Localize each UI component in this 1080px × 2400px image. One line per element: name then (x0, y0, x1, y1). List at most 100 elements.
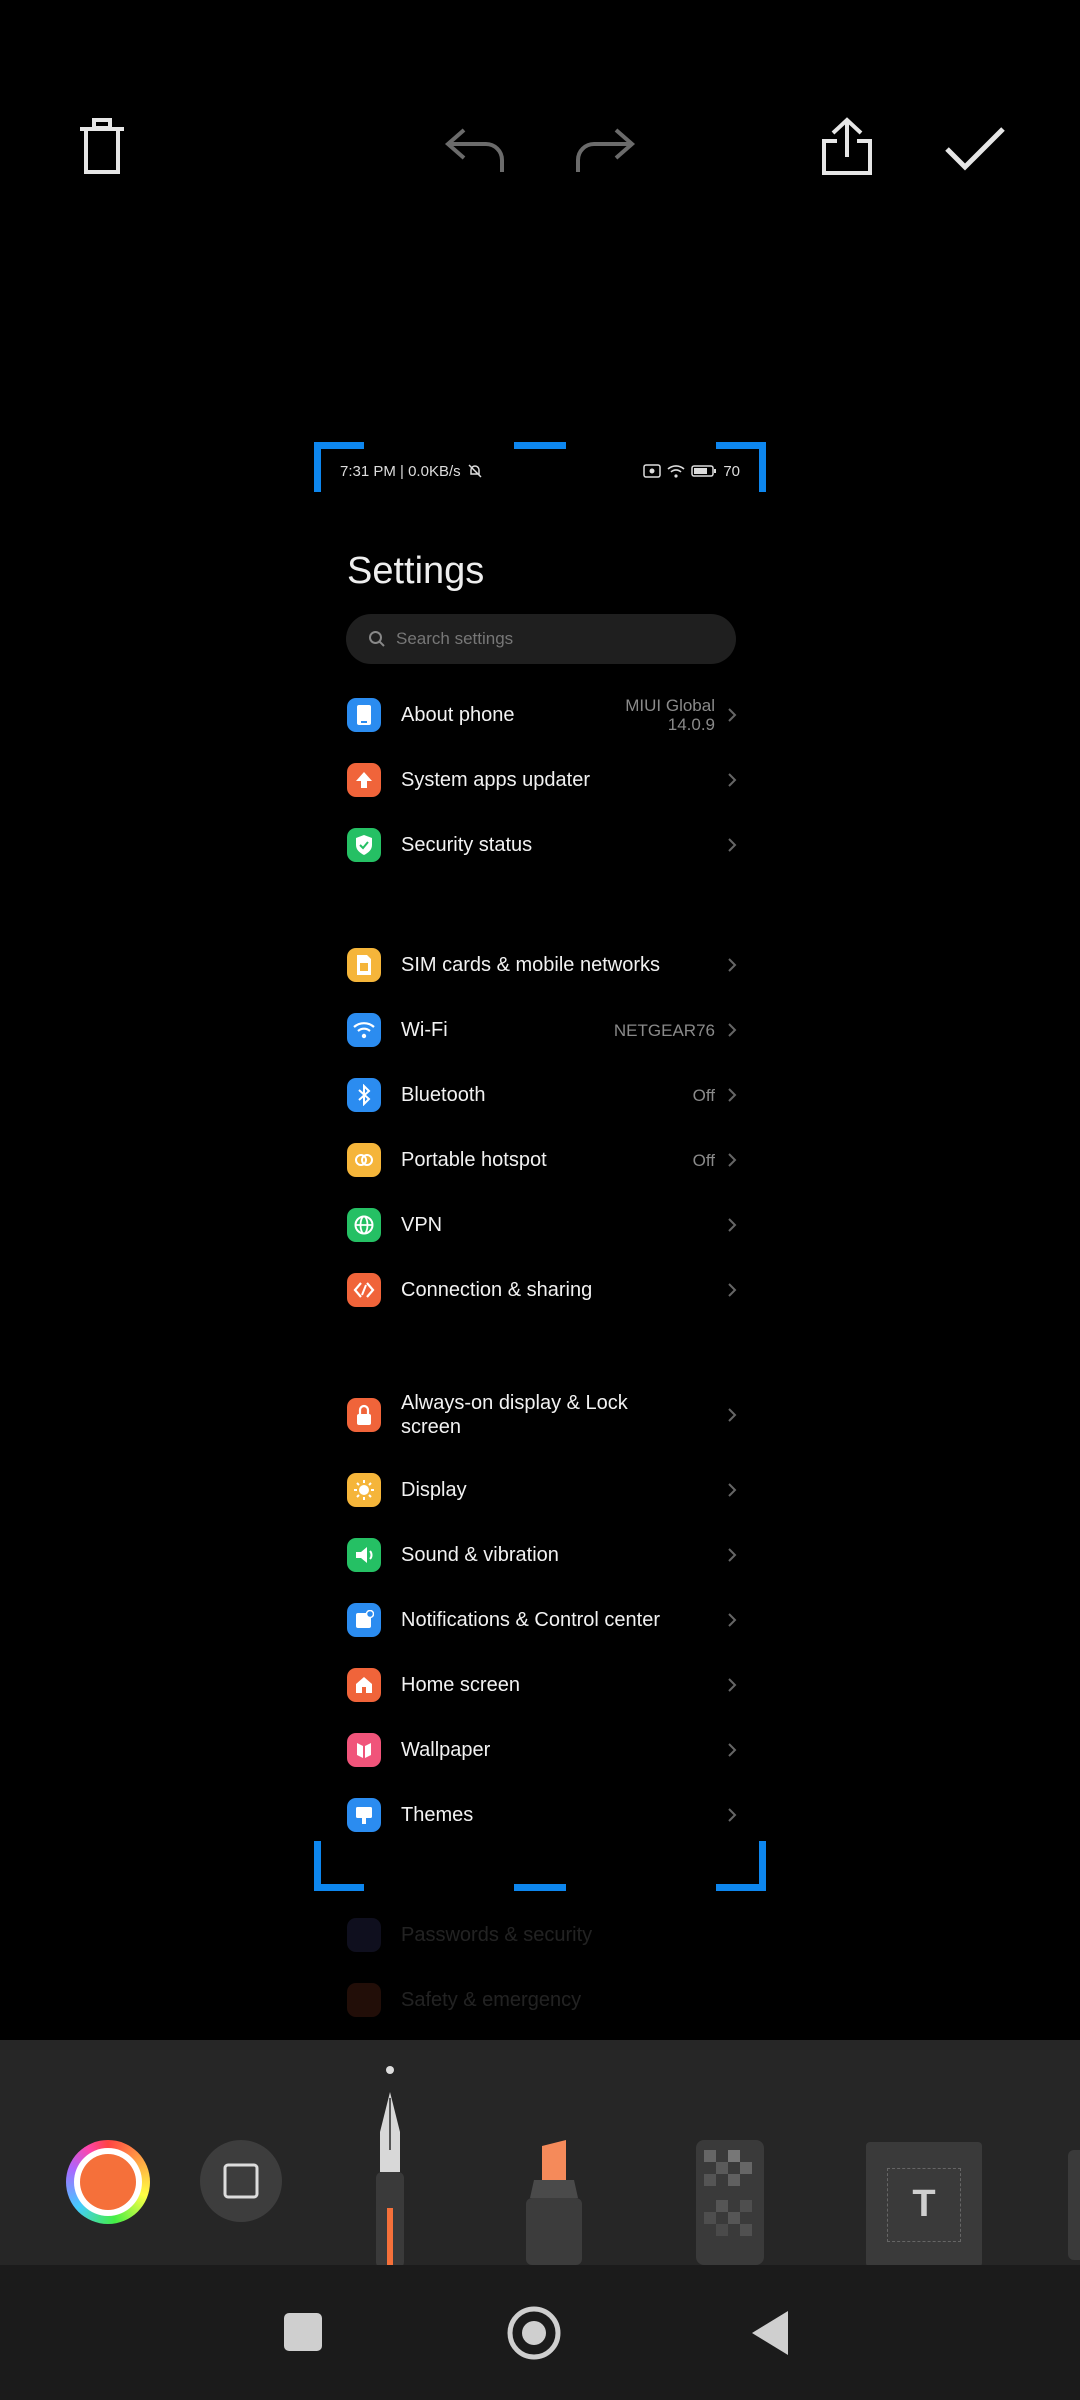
settings-item-label: Bluetooth (401, 1084, 486, 1106)
wallpaper-icon (347, 1733, 381, 1767)
redo-icon (576, 128, 636, 172)
settings-item-label: VPN (401, 1214, 443, 1236)
settings-item-value: NETGEAR76 (613, 1020, 715, 1040)
text-tool-frame: T (887, 2167, 961, 2242)
recents-button[interactable] (284, 2313, 324, 2353)
settings-item-label: System apps updater (401, 769, 590, 791)
settings-item-notifications[interactable]: Notifications & Control center (347, 1590, 737, 1650)
chevron-right-icon (728, 1218, 737, 1232)
color-wheel-icon (80, 2154, 136, 2210)
next-tool-partial[interactable] (1068, 2150, 1080, 2260)
settings-item-connection-sharing[interactable]: Connection & sharing (347, 1260, 737, 1320)
pen-icon (376, 2092, 404, 2268)
crop-handle-bottom-left[interactable] (314, 1884, 364, 1891)
confirm-button[interactable] (940, 118, 1010, 178)
crop-handle-bottom-center[interactable] (514, 1884, 566, 1891)
phone-icon (347, 698, 381, 732)
settings-item-home-screen[interactable]: Home screen (347, 1655, 737, 1715)
selected-tool-indicator (386, 2066, 394, 2074)
chevron-right-icon (728, 773, 737, 787)
text-tool[interactable]: T (866, 2142, 982, 2267)
settings-item-label: Home screen (401, 1674, 520, 1696)
settings-item-value: Off (692, 1085, 715, 1105)
settings-item-value: MIUI Global 14.0.9 (625, 696, 715, 734)
square-shape-icon (223, 2163, 259, 2199)
settings-item-label: Security status (401, 834, 533, 856)
settings-item-wifi[interactable]: Wi-Fi NETGEAR76 (347, 1000, 737, 1060)
crop-handle-top-right-vertical[interactable] (759, 442, 766, 492)
redo-button[interactable] (570, 120, 640, 180)
search-placeholder: Search settings (396, 629, 514, 648)
settings-item-label: SIM cards & mobile networks (401, 954, 660, 976)
settings-item-label: Wallpaper (401, 1739, 491, 1761)
crop-handle-bottom-left-vertical[interactable] (314, 1841, 321, 1891)
preview-status-bar: 7:31 PM | 0.0KB/s 70 (340, 456, 740, 486)
status-time-speed: 7:31 PM | 0.0KB/s (340, 462, 461, 480)
highlighter-tool[interactable] (512, 2140, 596, 2265)
settings-item-label: Passwords & security (401, 1924, 593, 1946)
screen-record-icon (643, 464, 662, 478)
settings-item-sim-cards[interactable]: SIM cards & mobile networks (347, 935, 737, 995)
settings-item-value: Off (692, 1150, 715, 1170)
sun-icon (347, 1473, 381, 1507)
settings-item-label: Connection & sharing (401, 1279, 593, 1301)
sim-icon (347, 948, 381, 982)
settings-item-about-phone[interactable]: About phone MIUI Global 14.0.9 (347, 685, 737, 745)
settings-item-passwords-security: Passwords & security (347, 1905, 737, 1965)
bluetooth-icon (347, 1078, 381, 1112)
back-button[interactable] (748, 2309, 792, 2357)
shape-tool-button[interactable] (200, 2140, 282, 2222)
checkmark-icon (945, 127, 1005, 171)
settings-item-label: Display (401, 1479, 467, 1501)
battery-icon (691, 465, 717, 477)
shield-check-icon (347, 828, 381, 862)
undo-button[interactable] (440, 120, 510, 180)
settings-item-vpn[interactable]: VPN (347, 1195, 737, 1255)
settings-item-always-on-display[interactable]: Always-on display & Lock screen (347, 1380, 737, 1450)
crop-handle-top-left[interactable] (314, 442, 364, 449)
page-title: Settings (347, 550, 485, 592)
settings-item-security-status[interactable]: Security status (347, 815, 737, 875)
search-input[interactable]: Search settings (346, 614, 736, 664)
settings-item-themes[interactable]: Themes (347, 1785, 737, 1845)
back-triangle-icon (752, 2311, 788, 2355)
settings-item-label: Wi-Fi (401, 1019, 448, 1041)
connection-icon (347, 1273, 381, 1307)
screenshot-preview[interactable]: 7:31 PM | 0.0KB/s 70 Settings Search set… (322, 440, 758, 2040)
system-navigation-bar (0, 2265, 1080, 2400)
wifi-icon (347, 1013, 381, 1047)
lock-icon (347, 1398, 381, 1432)
settings-item-display[interactable]: Display (347, 1460, 737, 1520)
settings-item-label: Sound & vibration (401, 1544, 559, 1566)
settings-item-label: Safety & emergency (401, 1989, 582, 2011)
settings-item-label: Portable hotspot (401, 1149, 547, 1171)
chevron-right-icon (728, 1088, 737, 1102)
color-picker-button[interactable] (66, 2140, 150, 2224)
drawing-toolbar: T (0, 2040, 1080, 2268)
settings-item-bluetooth[interactable]: Bluetooth Off (347, 1065, 737, 1125)
chevron-right-icon (728, 1808, 737, 1822)
battery-percent: 70 (723, 462, 740, 480)
settings-item-wallpaper[interactable]: Wallpaper (347, 1720, 737, 1780)
hotspot-icon (347, 1143, 381, 1177)
mosaic-tool[interactable] (690, 2140, 770, 2265)
chevron-right-icon (728, 1153, 737, 1167)
chevron-right-icon (728, 708, 737, 722)
share-button[interactable] (815, 115, 879, 179)
crop-handle-bottom-right-vertical[interactable] (759, 1841, 766, 1891)
settings-item-portable-hotspot[interactable]: Portable hotspot Off (347, 1130, 737, 1190)
chevron-right-icon (728, 838, 737, 852)
settings-item-sound-vibration[interactable]: Sound & vibration (347, 1525, 737, 1585)
crop-handle-top-center[interactable] (514, 442, 566, 449)
chevron-right-icon (728, 958, 737, 972)
crop-handle-top-left-vertical[interactable] (314, 442, 321, 492)
home-icon (347, 1668, 381, 1702)
home-circle-icon (507, 2306, 561, 2360)
chevron-right-icon (728, 1023, 737, 1037)
settings-item-system-apps-updater[interactable]: System apps updater (347, 750, 737, 810)
home-button[interactable] (506, 2305, 562, 2361)
chevron-right-icon (728, 1613, 737, 1627)
pen-tool[interactable] (360, 2088, 420, 2268)
delete-button[interactable] (70, 115, 134, 179)
emergency-icon (347, 1983, 381, 2017)
